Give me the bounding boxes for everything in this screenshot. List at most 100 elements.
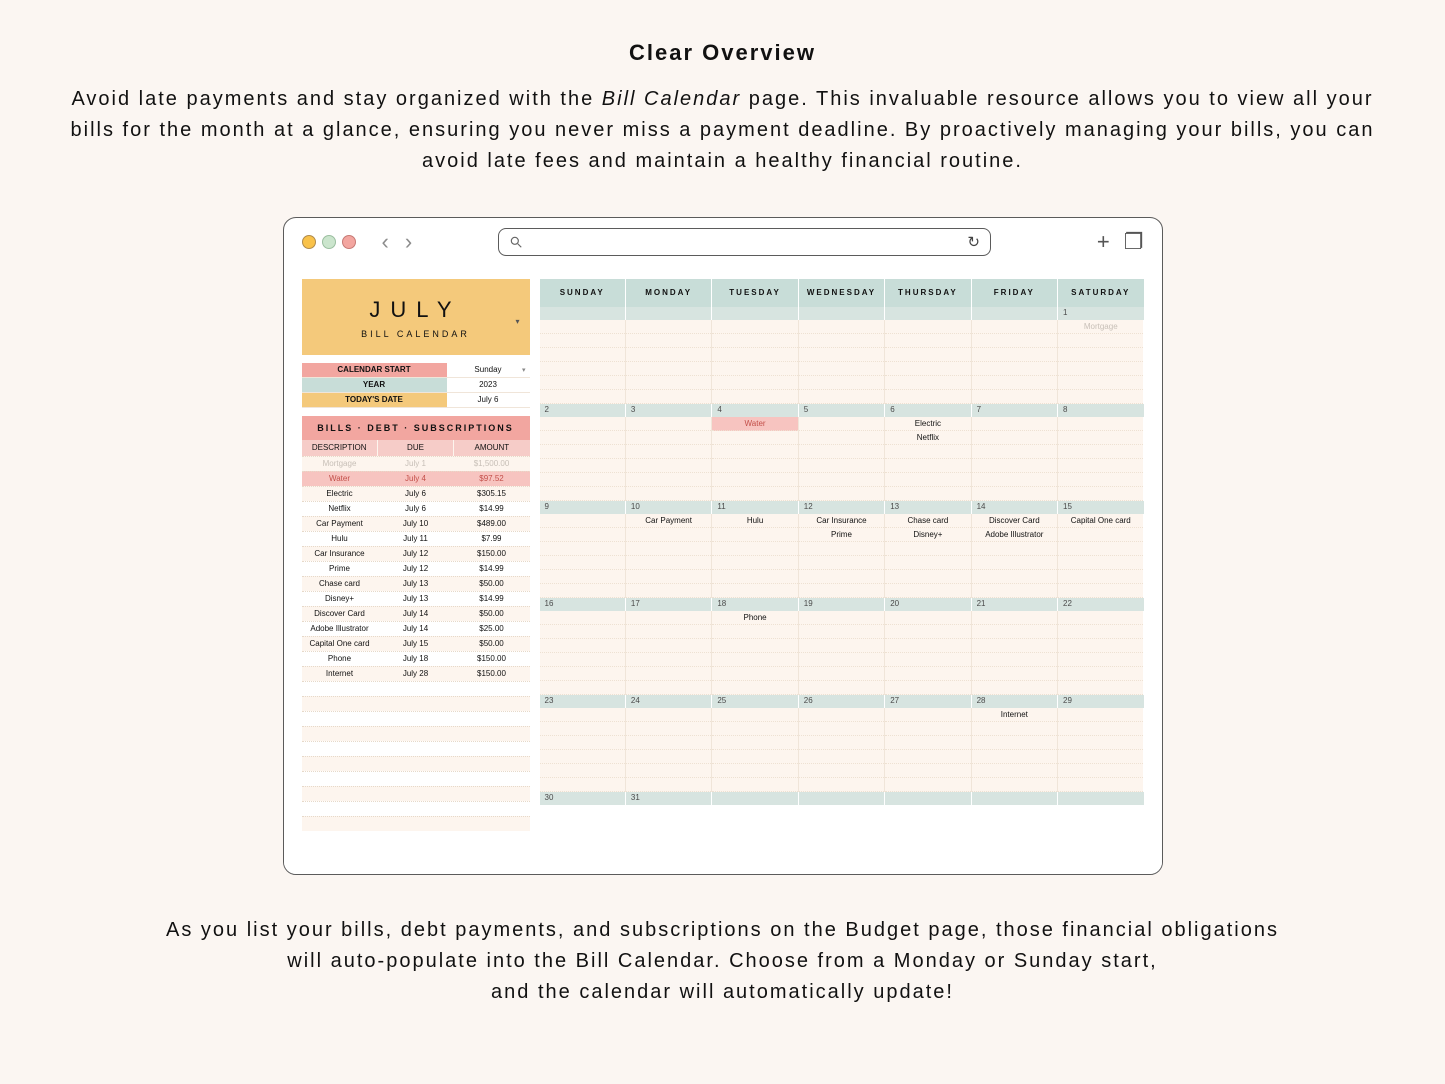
day-column[interactable] [885, 708, 971, 792]
back-button[interactable]: ‹ [382, 229, 389, 255]
day-column[interactable] [1058, 708, 1143, 792]
table-row[interactable] [302, 771, 530, 786]
table-row[interactable] [302, 741, 530, 756]
table-row[interactable]: PhoneJuly 18$150.00 [302, 651, 530, 666]
bills-panel: BILLS · DEBT · SUBSCRIPTIONS DESCRIPTION… [302, 416, 530, 831]
forward-button[interactable]: › [405, 229, 412, 255]
day-column[interactable]: ElectricNetflix [885, 417, 971, 501]
calendar-entry: Disney+ [885, 528, 970, 542]
day-column[interactable] [626, 320, 712, 404]
setting-today-value[interactable]: July 6 [447, 393, 530, 407]
table-row[interactable]: Disney+July 13$14.99 [302, 591, 530, 606]
table-row[interactable]: Adobe IllustratorJuly 14$25.00 [302, 621, 530, 636]
day-column[interactable] [799, 708, 885, 792]
table-row[interactable] [302, 711, 530, 726]
day-column[interactable] [626, 708, 712, 792]
table-row[interactable] [302, 756, 530, 771]
day-column[interactable] [972, 417, 1058, 501]
table-row[interactable]: Capital One cardJuly 15$50.00 [302, 636, 530, 651]
day-column[interactable] [885, 611, 971, 695]
calendar-entry: Capital One card [1058, 514, 1143, 528]
day-column[interactable]: Mortgage [1058, 320, 1143, 404]
day-column[interactable] [799, 417, 885, 501]
month-subtitle: BILL CALENDAR [306, 329, 526, 339]
calendar-entry: Hulu [712, 514, 797, 528]
calendar-entry: Prime [799, 528, 884, 542]
day-column[interactable]: Chase cardDisney+ [885, 514, 971, 598]
day-column[interactable]: Discover CardAdobe Illustrator [972, 514, 1058, 598]
month-name: JULY [306, 297, 526, 323]
day-column[interactable]: Water [712, 417, 798, 501]
calendar-entry: Car Payment [626, 514, 711, 528]
table-row[interactable] [302, 681, 530, 696]
table-row[interactable] [302, 696, 530, 711]
calendar-entry: Electric [885, 417, 970, 431]
reload-icon[interactable]: ↻ [967, 233, 980, 251]
day-column[interactable]: Phone [712, 611, 798, 695]
calendar-header: SUNDAYMONDAYTUESDAYWEDNESDAYTHURSDAYFRID… [540, 279, 1144, 307]
day-column[interactable]: Internet [972, 708, 1058, 792]
day-column[interactable] [885, 320, 971, 404]
week-datebar: 1 [540, 307, 1144, 320]
search-input[interactable] [533, 235, 957, 250]
day-column[interactable] [540, 417, 626, 501]
day-column[interactable] [799, 320, 885, 404]
day-column[interactable]: Capital One card [1058, 514, 1143, 598]
table-row[interactable]: Chase cardJuly 13$50.00 [302, 576, 530, 591]
setting-start-value[interactable]: Sunday▾ [447, 363, 530, 377]
day-column[interactable] [1058, 417, 1143, 501]
day-column[interactable] [626, 611, 712, 695]
table-row[interactable]: PrimeJuly 12$14.99 [302, 561, 530, 576]
table-row[interactable]: Car InsuranceJuly 12$150.00 [302, 546, 530, 561]
month-card: JULY BILL CALENDAR ▾ [302, 279, 530, 355]
calendar-entry: Chase card [885, 514, 970, 528]
setting-label-today: TODAY'S DATE [302, 393, 447, 407]
week-datebar: 23242526272829 [540, 695, 1144, 708]
calendar-entry: Adobe Illustrator [972, 528, 1057, 542]
day-column[interactable] [540, 708, 626, 792]
calendar-entry: Car Insurance [799, 514, 884, 528]
nav-arrows: ‹ › [382, 229, 413, 255]
day-column[interactable] [972, 611, 1058, 695]
setting-label-year: YEAR [302, 378, 447, 392]
day-column[interactable] [626, 417, 712, 501]
day-column[interactable] [540, 320, 626, 404]
table-row[interactable]: MortgageJuly 1$1,500.00 [302, 456, 530, 471]
day-column[interactable] [799, 611, 885, 695]
table-row[interactable]: HuluJuly 11$7.99 [302, 531, 530, 546]
new-tab-icon[interactable]: + [1097, 229, 1110, 255]
day-column[interactable] [712, 708, 798, 792]
minimize-icon[interactable] [322, 235, 336, 249]
table-row[interactable]: InternetJuly 28$150.00 [302, 666, 530, 681]
calendar: SUNDAYMONDAYTUESDAYWEDNESDAYTHURSDAYFRID… [540, 279, 1144, 864]
day-column[interactable] [972, 320, 1058, 404]
day-column[interactable]: Car Payment [626, 514, 712, 598]
day-column[interactable]: Car InsurancePrime [799, 514, 885, 598]
table-row[interactable]: NetflixJuly 6$14.99 [302, 501, 530, 516]
table-row[interactable]: Car PaymentJuly 10$489.00 [302, 516, 530, 531]
day-column[interactable] [1058, 611, 1143, 695]
table-row[interactable]: WaterJuly 4$97.52 [302, 471, 530, 486]
day-column[interactable]: Hulu [712, 514, 798, 598]
day-column[interactable] [540, 514, 626, 598]
bills-header: BILLS · DEBT · SUBSCRIPTIONS [302, 416, 530, 440]
table-row[interactable] [302, 786, 530, 801]
table-row[interactable]: Discover CardJuly 14$50.00 [302, 606, 530, 621]
tabs-icon[interactable]: ❐ [1124, 229, 1144, 255]
table-row[interactable] [302, 801, 530, 816]
intro-text: Avoid late payments and stay organized w… [68, 84, 1378, 177]
calendar-entry: Mortgage [1058, 320, 1143, 334]
browser-window: ‹ › ↻ + ❐ JULY BILL CALENDAR ▾ [283, 217, 1163, 875]
table-row[interactable] [302, 726, 530, 741]
table-row[interactable]: ElectricJuly 6$305.15 [302, 486, 530, 501]
close-icon[interactable] [302, 235, 316, 249]
day-column[interactable] [712, 320, 798, 404]
setting-year-value[interactable]: 2023 [447, 378, 530, 392]
calendar-settings: CALENDAR START Sunday▾ YEAR 2023 TODAY'S… [302, 363, 530, 408]
table-row[interactable] [302, 816, 530, 831]
calendar-entry: Discover Card [972, 514, 1057, 528]
month-dropdown-icon[interactable]: ▾ [515, 317, 519, 326]
day-column[interactable] [540, 611, 626, 695]
maximize-icon[interactable] [342, 235, 356, 249]
address-bar[interactable]: ↻ [498, 228, 991, 256]
